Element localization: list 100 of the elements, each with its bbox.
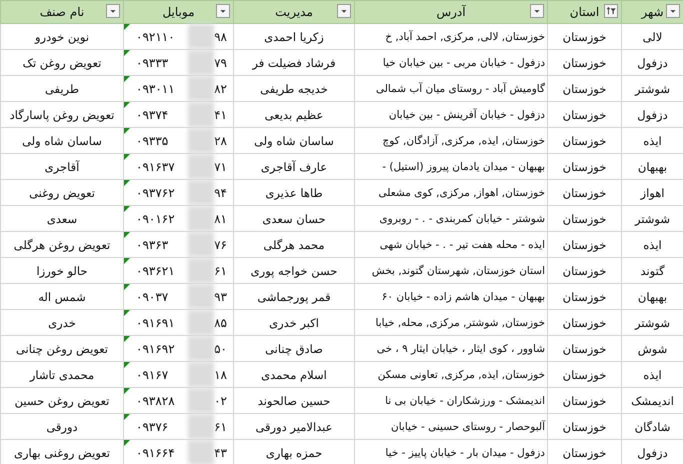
table-cell: بهبهان - میدان هاشم زاده - خیابان ۶۰ (354, 284, 548, 310)
phone-prefix: ۰۹۳۷۴ (136, 108, 170, 122)
phone-suffix: ۷۶ (214, 238, 227, 252)
table-cell: فرشاد فضیلت فر (234, 50, 354, 76)
table-cell: خدیجه طریفی (234, 76, 354, 102)
table-cell: خوزستان (548, 128, 622, 154)
table-cell: خوزستان (548, 388, 622, 414)
phone-prefix: ۰۹۳۷۶۲ (136, 186, 176, 200)
phone-suffix: ۴۳ (214, 446, 227, 460)
phone-suffix: ۰۲ (214, 394, 227, 408)
table-cell: بهبهان (622, 154, 683, 180)
table-cell: صادق چنانی (234, 336, 354, 362)
table-cell: خوزستان (548, 414, 622, 440)
table-cell: خدری (0, 310, 124, 336)
phone-suffix: ۴۱ (214, 108, 227, 122)
table-cell: شوشتر (622, 310, 683, 336)
table-cell: بهبهان (622, 284, 683, 310)
table-cell: خوزستان (548, 154, 622, 180)
table-cell: طریفی (0, 76, 124, 102)
table-cell: حسن خواجه پوری (234, 258, 354, 284)
column-title: نام صنف (40, 5, 84, 19)
phone-prefix: ۰۹۳۷۶ (136, 420, 170, 434)
table-cell: تعویض روغن هرگلی (0, 232, 124, 258)
table-cell: اندیمشک (622, 388, 683, 414)
table-cell: زکریا احمدی (234, 24, 354, 50)
table-cell: خوزستان (548, 180, 622, 206)
phone-prefix: ۰۹۳۸۲۸ (136, 394, 176, 408)
table-cell: تعویض روغن تک (0, 50, 124, 76)
phone-prefix: ۰۹۲۱۱۰ (136, 30, 176, 44)
phone-suffix: ۷۹ (214, 56, 227, 70)
table-cell: دزفول - خیابان مربی - بین خیابان خیا (354, 50, 548, 76)
table-cell: قمر پورجماشی (234, 284, 354, 310)
table-cell: لالی (622, 24, 683, 50)
phone-prefix: ۰۹۳۶۳ (136, 238, 170, 252)
table-cell: اسلام محمدی (234, 362, 354, 388)
table-cell: شادگان (622, 414, 683, 440)
table-cell: حالو خورزا (0, 258, 124, 284)
table-cell: ساسان شاه ولی (234, 128, 354, 154)
phone-prefix: ۰۹۰۳۷ (136, 290, 170, 304)
table-cell: شوش (622, 336, 683, 362)
sort-filter-button[interactable] (604, 4, 618, 18)
phone-suffix: ۲۸ (214, 134, 227, 148)
table-cell: طاها عذیری (234, 180, 354, 206)
filter-dropdown-button[interactable] (106, 4, 120, 18)
column-title: آدرس (436, 5, 466, 19)
phone-prefix: ۰۹۳۳۵ (136, 134, 170, 148)
phone-prefix: ۰۹۱۶۷ (136, 368, 170, 382)
phone-suffix: ۸۵ (214, 316, 227, 330)
phone-suffix: ۱۸ (214, 368, 227, 382)
column-title: استان (570, 5, 600, 19)
table-cell: خوزستان (548, 362, 622, 388)
table-cell: دزفول - خیابان آفرینش - بین خیابان (354, 102, 548, 128)
table-cell: ایذه (622, 362, 683, 388)
table-cell: شمس اله (0, 284, 124, 310)
filter-dropdown-button[interactable] (666, 4, 680, 18)
table-cell: خوزستان, لالی, مرکزی, احمد آباد, خ (354, 24, 548, 50)
table-cell: نوین خودرو (0, 24, 124, 50)
phone-suffix: ۸۲ (214, 82, 227, 96)
table-cell: شوشتر - خیابان کمربندی - . - روبروی (354, 206, 548, 232)
table-cell: تعویض روغن پاسارگاد (0, 102, 124, 128)
table-cell: خوزستان (548, 24, 622, 50)
phone-suffix: ۹۳ (214, 290, 227, 304)
table-cell: آلبوحصار - روستای حسینی - خیابان (354, 414, 548, 440)
phone-suffix: ۹۴ (214, 186, 227, 200)
table-cell: خوزستان (548, 336, 622, 362)
table-cell: محمد هرگلی (234, 232, 354, 258)
table-cell: شاوور ، کوی ایثار ، خیابان ایثار ۹ ، خی (354, 336, 548, 362)
sort-funnel-icon (605, 5, 617, 17)
table-cell: خوزستان, شوشتر, مرکزی, محله, خیابا (354, 310, 548, 336)
phone-suffix: ۹۸ (214, 30, 227, 44)
filter-dropdown-button[interactable] (530, 4, 544, 18)
phone-suffix: ۸۱ (214, 212, 227, 226)
table-cell: تعویض روغنی (0, 180, 124, 206)
table-cell: عبدالامیر دورقی (234, 414, 354, 440)
table-cell: خوزستان (548, 102, 622, 128)
table-cell: خوزستان, ایذه, مرکزی, تعاونی مسکن (354, 362, 548, 388)
column-title: مدیریت (275, 5, 313, 19)
table-cell: بهبهان - میدان یادمان پیروز (استیل) - (354, 154, 548, 180)
table-cell: خوزستان (548, 232, 622, 258)
column-title: موبایل (162, 5, 195, 19)
table-cell: خوزستان (548, 284, 622, 310)
table-cell: تعویض روغن حسین (0, 388, 124, 414)
phone-prefix: ۰۹۰۱۶۲ (136, 212, 176, 226)
table-cell: ساسان شاه ولی (0, 128, 124, 154)
table-cell: دزفول - میدان بار - خیابان پاییز - خیا (354, 440, 548, 464)
table-cell: گتوند (622, 258, 683, 284)
table-cell: اکبر خدری (234, 310, 354, 336)
table-cell: شوشتر (622, 206, 683, 232)
table-cell: استان خوزستان, شهرستان گتوند, بخش (354, 258, 548, 284)
column-title: شهر (641, 5, 664, 19)
table-cell: خوزستان, ایذه, مرکزی, آزادگان, کوچ (354, 128, 548, 154)
phone-prefix: ۰۹۱۶۹۱ (136, 316, 176, 330)
table-cell: دورقی (0, 414, 124, 440)
table-cell: خوزستان (548, 258, 622, 284)
filter-dropdown-button[interactable] (337, 4, 351, 18)
table-cell: آقاجری (0, 154, 124, 180)
phone-suffix: ۶۱ (214, 264, 227, 278)
phone-prefix: ۰۹۳۳۳ (136, 56, 170, 70)
table-cell: خوزستان (548, 206, 622, 232)
filter-dropdown-button[interactable] (216, 4, 230, 18)
